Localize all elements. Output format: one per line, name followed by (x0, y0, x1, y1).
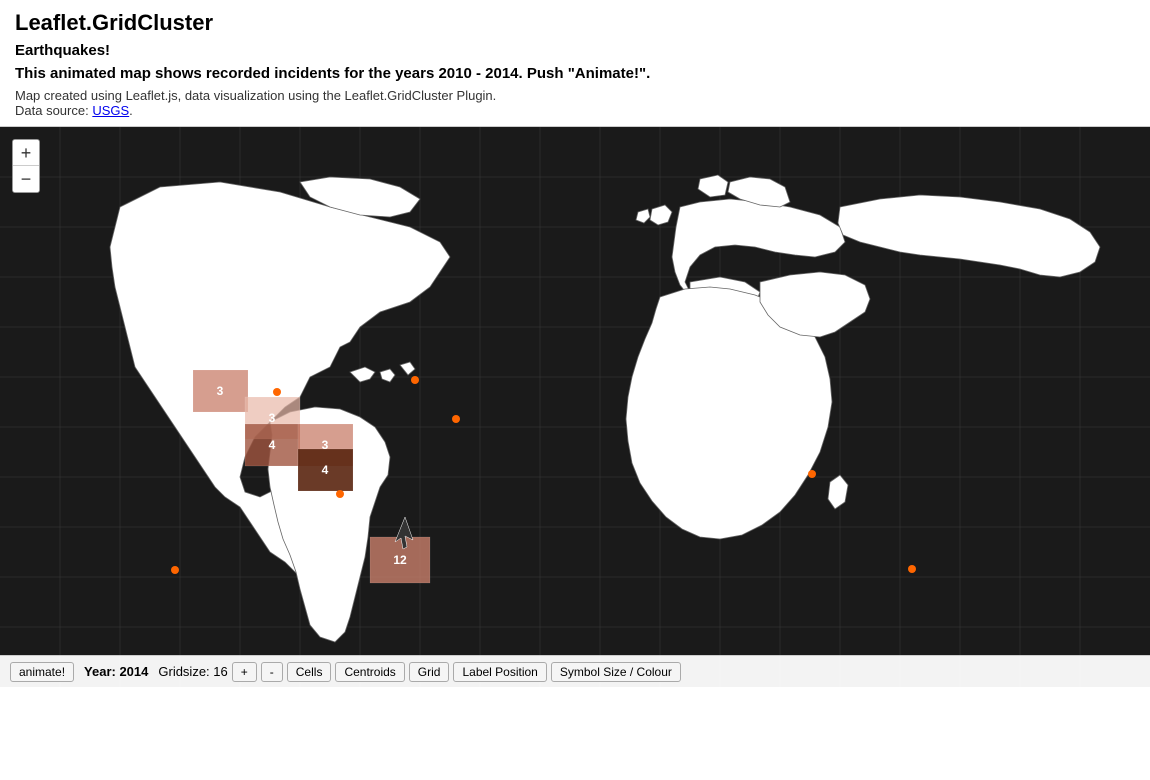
gridsize-label: Gridsize: 16 (158, 664, 227, 679)
grid-plus-button[interactable]: + (232, 662, 257, 682)
year-label: Year: 2014 (84, 664, 148, 679)
map-container: + − (0, 127, 1150, 687)
page-title: Leaflet.GridCluster (15, 10, 1135, 36)
svg-text:4: 4 (269, 438, 276, 452)
zoom-out-button[interactable]: − (13, 166, 39, 192)
symbol-size-colour-button[interactable]: Symbol Size / Colour (551, 662, 681, 682)
credit-line: Map created using Leaflet.js, data visua… (15, 88, 1135, 118)
centroids-button[interactable]: Centroids (335, 662, 404, 682)
zoom-controls: + − (12, 139, 40, 193)
zoom-in-button[interactable]: + (13, 140, 39, 166)
page-description: This animated map shows recorded inciden… (15, 65, 1135, 82)
animate-button[interactable]: animate! (10, 662, 74, 682)
svg-text:3: 3 (269, 411, 276, 425)
svg-text:3: 3 (217, 384, 224, 398)
svg-text:4: 4 (322, 463, 329, 477)
world-map-svg: 3 3 4 3 4 12 (0, 127, 1150, 687)
grid-button[interactable]: Grid (409, 662, 450, 682)
grid-minus-button[interactable]: - (261, 662, 283, 682)
svg-text:12: 12 (393, 553, 407, 567)
page-header: Leaflet.GridCluster Earthquakes! This an… (0, 0, 1150, 127)
cells-button[interactable]: Cells (287, 662, 332, 682)
page-subtitle: Earthquakes! (15, 42, 1135, 59)
bottom-controls-bar: animate! Year: 2014 Gridsize: 16 + - Cel… (0, 655, 1150, 687)
usgs-link[interactable]: USGS (92, 103, 129, 118)
label-position-button[interactable]: Label Position (453, 662, 546, 682)
